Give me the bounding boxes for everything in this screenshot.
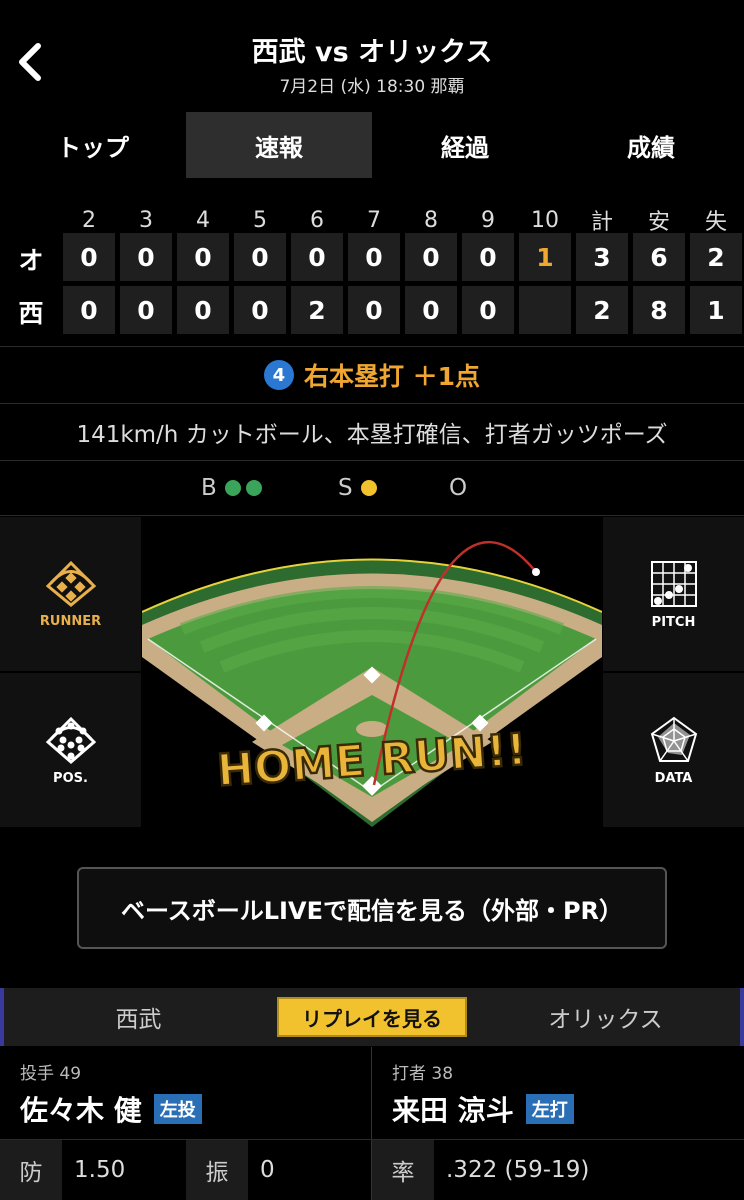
data-label: DATA	[654, 770, 693, 786]
position-diamond-icon	[45, 716, 96, 764]
scoreboard: 2 3 4 5 6 7 8 9 10 計安失オ 0 0 0 0 0 0 0 0 1 3 6 2 西 0 0 0 0 2 0 0 0 2 8 1	[0, 190, 744, 346]
team-abbrev: オ	[18, 246, 44, 275]
pitcher-card: 投手 49 佐々木 健 左投	[0, 1047, 371, 1139]
runner-button[interactable]: RUNNER	[0, 517, 141, 671]
score-cell: 0	[405, 233, 457, 281]
score-cell: 0	[462, 286, 514, 334]
avg-value: .322 (59-19)	[446, 1157, 590, 1183]
game-date-venue: 7月2日 (水) 18:30 那覇	[279, 77, 465, 97]
score-cell: 6	[633, 233, 685, 281]
score-cell: 0	[63, 286, 115, 334]
score-cell: 0	[177, 286, 229, 334]
strike-dot	[360, 480, 377, 496]
pitch-label: PITCH	[651, 614, 696, 630]
batter-order-badge: 4	[263, 360, 294, 390]
pitcher-hand-badge: 左投	[153, 1094, 202, 1124]
score-cell: 8	[633, 286, 685, 334]
strikeout-value: 0	[260, 1157, 275, 1183]
team-orix-tab[interactable]: オリックス	[467, 988, 744, 1046]
score-cell: 1	[519, 233, 571, 281]
avg-label: 率	[372, 1140, 434, 1200]
replay-button[interactable]: リプレイを見る	[277, 997, 467, 1037]
radar-chart-icon	[650, 716, 697, 762]
game-title: 西武 vs オリックス	[251, 37, 493, 68]
runner-label: RUNNER	[39, 613, 102, 629]
header: 西武 vs オリックス 7月2日 (水) 18:30 那覇	[0, 0, 744, 105]
batter-name-row: 来田 涼斗 左打	[392, 1089, 574, 1129]
pitch-grid-icon	[650, 560, 697, 607]
score-cell: 0	[462, 233, 514, 281]
ball-label: B	[201, 475, 217, 501]
score-cell: 0	[348, 233, 400, 281]
score-cell	[519, 286, 571, 334]
tab-top[interactable]: トップ	[0, 105, 186, 185]
pitcher-role: 投手 49	[20, 1064, 82, 1084]
score-cell: 0	[177, 233, 229, 281]
score-cell: 2	[690, 233, 742, 281]
pitcher-name: 佐々木 健	[20, 1094, 142, 1127]
score-cell: 2	[291, 286, 343, 334]
score-cell: 0	[348, 286, 400, 334]
ball-dot	[224, 480, 241, 496]
runner-diamond-icon	[45, 560, 96, 607]
batter-stats: 率 .322 (59-19)	[372, 1140, 744, 1200]
tab-progress[interactable]: 経過	[372, 105, 558, 185]
out-label: O	[449, 475, 468, 501]
tab-live[interactable]: 速報	[186, 112, 372, 178]
divider	[0, 515, 744, 516]
score-cell: 0	[405, 286, 457, 334]
play-result: 右本塁打 ＋1点	[303, 362, 481, 391]
ball-dot	[245, 480, 262, 496]
score-cell: 0	[234, 233, 286, 281]
score-cell: 3	[576, 233, 628, 281]
pitcher-stats: 防 1.50 振 0	[0, 1140, 371, 1200]
strikeout-label: 振	[186, 1140, 248, 1200]
score-cell: 0	[63, 233, 115, 281]
position-button[interactable]: POS.	[0, 673, 141, 827]
score-cell: 0	[234, 286, 286, 334]
batter-hand-badge: 左打	[525, 1094, 574, 1124]
position-label: POS.	[53, 770, 88, 786]
team-bar: 西武 リプレイを見る オリックス	[0, 988, 744, 1046]
score-cell: 0	[120, 233, 172, 281]
play-description: 141km/h カットボール、本塁打確信、打者ガッツポーズ	[76, 422, 668, 448]
team-abbrev: 西	[18, 299, 44, 328]
pitcher-name-row: 佐々木 健 左投	[20, 1089, 202, 1129]
batter-role: 打者 38	[392, 1064, 454, 1084]
tab-bar: トップ 速報 経過 成績	[0, 105, 744, 185]
strike-label: S	[338, 475, 353, 501]
score-cell: 2	[576, 286, 628, 334]
play-event: 4 右本塁打 ＋1点	[0, 347, 744, 403]
era-value: 1.50	[74, 1157, 126, 1183]
count-display: B S O	[0, 461, 744, 515]
batter-card: 打者 38 来田 涼斗 左打	[372, 1047, 744, 1139]
pitch-button[interactable]: PITCH	[603, 517, 744, 671]
score-cell: 1	[690, 286, 742, 334]
out-count: O	[449, 475, 467, 501]
data-button[interactable]: DATA	[603, 673, 744, 827]
team-seibu-tab[interactable]: 西武	[0, 988, 277, 1046]
strike-count: S	[338, 475, 377, 501]
tab-stats[interactable]: 成績	[558, 105, 744, 185]
watch-live-button[interactable]: ベースボールLIVEで配信を見る（外部・PR）	[77, 867, 667, 949]
ball-count: B	[201, 475, 262, 501]
score-cell: 0	[291, 233, 343, 281]
field-graphic: HOME RUN!!	[142, 517, 602, 827]
ballpark-diagram: HOME RUN!!	[142, 541, 602, 827]
batter-name: 来田 涼斗	[392, 1094, 514, 1127]
score-cell: 0	[120, 286, 172, 334]
era-label: 防	[0, 1140, 62, 1200]
